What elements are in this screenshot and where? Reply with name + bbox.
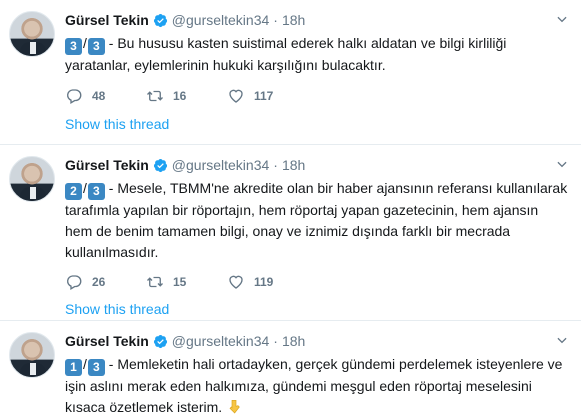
reply-count: 26 [92,275,106,289]
reply-button[interactable]: 48 [65,87,146,105]
timestamp[interactable]: 18h [282,333,305,349]
retweet-icon [147,90,163,102]
retweet-button[interactable]: 15 [146,273,227,291]
thread-slash: / [83,356,87,372]
author-handle[interactable]: @gurseltekin34 [172,157,270,173]
separator: · [273,333,278,349]
timeline: Gürsel Tekin @gurseltekin34 · 18h 3/3 - … [0,0,581,418]
thread-slash: / [83,35,87,51]
avatar[interactable] [9,11,55,57]
tweet-body: - Mesele, TBMM'ne akredite olan bir habe… [65,180,568,260]
tweet-text: 3/3 - Bu hususu kasten suistimal ederek … [65,33,569,76]
timestamp[interactable]: 18h [282,157,305,173]
separator: · [273,12,278,28]
retweet-button[interactable]: 16 [146,87,227,105]
tweet-text: 1/3 - Memleketin hali ortadayken, gerçek… [65,354,569,418]
show-thread-link[interactable]: Show this thread [65,116,169,132]
verified-badge-icon [153,13,167,27]
like-count: 117 [254,89,274,103]
show-thread-link[interactable]: Show this thread [65,301,169,317]
retweet-count: 16 [173,89,187,103]
reply-icon [67,89,82,104]
reply-count: 48 [92,89,106,103]
verified-badge-icon [153,158,167,172]
keycap-number: 3 [65,38,82,55]
like-button[interactable]: 119 [227,273,308,291]
keycap-number: 2 [65,183,82,200]
heart-icon [229,275,243,289]
like-button[interactable]: 117 [227,87,308,105]
tweet[interactable]: Gürsel Tekin @gurseltekin34 · 18h 3/3 - … [0,0,581,145]
author-name[interactable]: Gürsel Tekin [65,12,149,28]
avatar[interactable] [9,156,55,202]
tweet-content: Gürsel Tekin @gurseltekin34 · 18h 2/3 - … [65,155,569,317]
retweet-count: 15 [173,275,187,289]
pointing-down-hand-icon [229,400,240,414]
tweet-content: Gürsel Tekin @gurseltekin34 · 18h 1/3 - … [65,331,569,418]
keycap-number: 3 [87,38,105,55]
tweet-actions: 26 15 119 [65,273,308,291]
reply-button[interactable]: 26 [65,273,146,291]
tweet-header: Gürsel Tekin @gurseltekin34 · 18h [65,155,569,175]
tweet[interactable]: Gürsel Tekin @gurseltekin34 · 18h 1/3 - … [0,321,581,418]
thread-slash: / [83,180,87,196]
like-count: 119 [254,275,274,289]
tweet[interactable]: Gürsel Tekin @gurseltekin34 · 18h 2/3 - … [0,145,581,321]
tweet-header: Gürsel Tekin @gurseltekin34 · 18h [65,331,569,351]
heart-icon [229,89,243,103]
author-name[interactable]: Gürsel Tekin [65,157,149,173]
verified-badge-icon [153,334,167,348]
keycap-number: 1 [65,359,82,376]
reply-icon [67,275,82,290]
separator: · [273,157,278,173]
tweet-header: Gürsel Tekin @gurseltekin34 · 18h [65,10,569,30]
tweet-body: - Memleketin hali ortadayken, gerçek gün… [65,356,563,415]
author-handle[interactable]: @gurseltekin34 [172,12,270,28]
tweet-body: - Bu hususu kasten suistimal ederek halk… [65,35,507,73]
chevron-down-icon[interactable] [555,333,569,347]
tweet-actions: 48 16 117 [65,87,308,105]
tweet-content: Gürsel Tekin @gurseltekin34 · 18h 3/3 - … [65,10,569,132]
author-name[interactable]: Gürsel Tekin [65,333,149,349]
author-handle[interactable]: @gurseltekin34 [172,333,270,349]
keycap-number: 3 [87,183,105,200]
avatar[interactable] [9,332,55,378]
keycap-number: 3 [87,359,105,376]
chevron-down-icon[interactable] [555,12,569,26]
retweet-icon [147,276,163,288]
chevron-down-icon[interactable] [555,157,569,171]
tweet-text: 2/3 - Mesele, TBMM'ne akredite olan bir … [65,178,569,263]
timestamp[interactable]: 18h [282,12,305,28]
